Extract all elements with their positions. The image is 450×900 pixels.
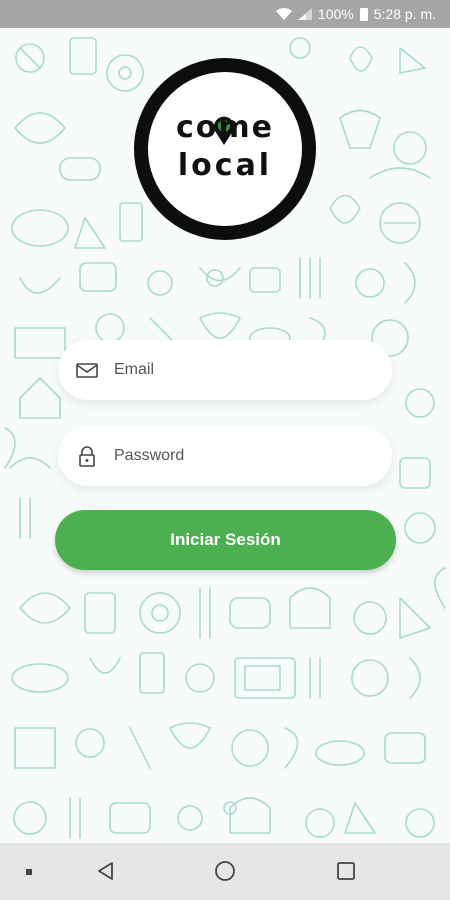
battery-percent: 100% <box>317 6 354 22</box>
login-button[interactable]: Iniciar Sesión <box>55 510 396 570</box>
status-time: 5:28 p. m. <box>373 6 436 22</box>
nav-indicator-dot <box>26 869 32 875</box>
email-field[interactable] <box>58 340 392 400</box>
wifi-icon <box>275 8 292 20</box>
back-icon[interactable] <box>94 859 118 883</box>
mail-icon <box>76 363 98 378</box>
password-input[interactable] <box>114 447 354 465</box>
come-local-logo: come local <box>134 58 316 240</box>
signal-icon <box>297 8 312 20</box>
lock-icon <box>79 446 95 467</box>
battery-icon <box>359 7 368 21</box>
logo-word-2: local <box>177 148 273 183</box>
app-screen: come local Iniciar Sesión <box>0 28 450 843</box>
logo-word-1: come <box>176 110 274 145</box>
home-icon[interactable] <box>213 859 237 883</box>
email-input[interactable] <box>114 361 354 379</box>
system-nav-bar <box>0 843 450 900</box>
status-bar: 100% 5:28 p. m. <box>0 0 450 28</box>
recent-apps-icon[interactable] <box>334 859 358 883</box>
password-field[interactable] <box>58 426 392 486</box>
